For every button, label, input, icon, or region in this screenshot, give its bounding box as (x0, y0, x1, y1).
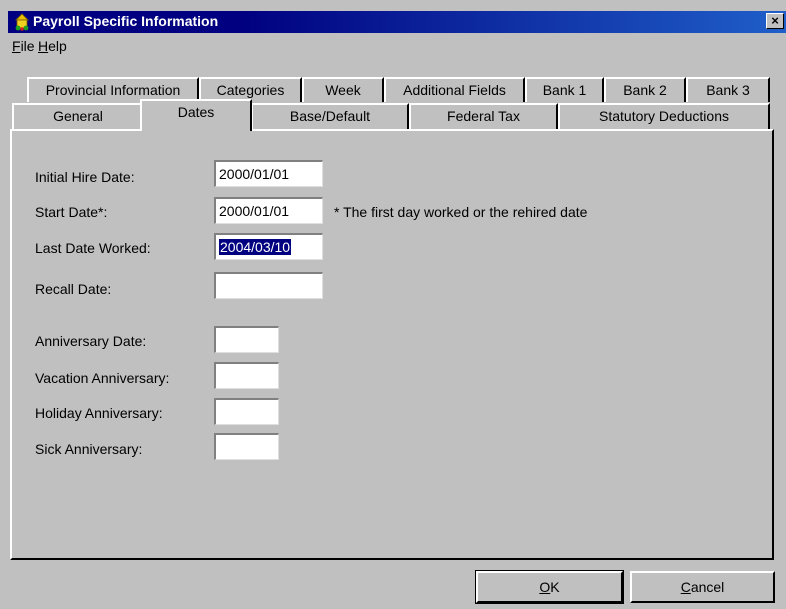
recall-date-field[interactable] (214, 272, 323, 299)
holiday-anniversary-field[interactable] (214, 398, 279, 425)
tab-base-default[interactable]: Base/Default (251, 103, 409, 129)
recall-date-label: Recall Date: (35, 281, 112, 297)
last-date-worked-field[interactable]: 2004/03/10 (214, 233, 323, 260)
cancel-button[interactable]: Cancel (630, 571, 775, 603)
sick-anniversary-label: Sick Anniversary: (35, 441, 143, 457)
close-button[interactable]: × (766, 13, 784, 29)
window-title: Payroll Specific Information (33, 13, 219, 29)
menu-help[interactable]: Help (38, 38, 67, 54)
tab-additional-fields[interactable]: Additional Fields (384, 77, 525, 102)
menu-file[interactable]: File (12, 38, 35, 54)
vacation-anniversary-field[interactable] (214, 362, 279, 389)
last-date-worked-label: Last Date Worked: (35, 240, 151, 256)
anniversary-date-field[interactable] (214, 326, 279, 353)
title-bar[interactable]: Payroll Specific Information × (8, 11, 786, 33)
start-date-note: * The first day worked or the rehired da… (334, 204, 588, 220)
vacation-anniversary-label: Vacation Anniversary: (35, 370, 170, 386)
tab-statutory-deductions[interactable]: Statutory Deductions (558, 103, 770, 129)
last-date-worked-value: 2004/03/10 (219, 239, 292, 255)
tab-bank-3[interactable]: Bank 3 (686, 77, 770, 102)
sick-anniversary-field[interactable] (214, 433, 279, 460)
initial-hire-date-field[interactable]: 2000/01/01 (214, 160, 323, 187)
menu-bar: File Help (8, 35, 786, 57)
initial-hire-date-label: Initial Hire Date: (35, 169, 135, 185)
start-date-label: Start Date*: (35, 204, 108, 220)
app-icon (15, 13, 29, 31)
tab-federal-tax[interactable]: Federal Tax (409, 103, 558, 129)
tab-week[interactable]: Week (302, 77, 384, 102)
payroll-dialog: Payroll Specific Information × File Help… (0, 0, 786, 609)
holiday-anniversary-label: Holiday Anniversary: (35, 405, 163, 421)
anniversary-date-label: Anniversary Date: (35, 333, 147, 349)
start-date-field[interactable]: 2000/01/01 (214, 197, 323, 224)
ok-button[interactable]: OK (475, 570, 624, 604)
close-icon: × (771, 13, 779, 28)
tab-bank-1[interactable]: Bank 1 (525, 77, 604, 102)
tab-dates[interactable]: Dates (140, 99, 252, 131)
tab-general[interactable]: General (12, 103, 144, 129)
tab-bank-2[interactable]: Bank 2 (604, 77, 686, 102)
